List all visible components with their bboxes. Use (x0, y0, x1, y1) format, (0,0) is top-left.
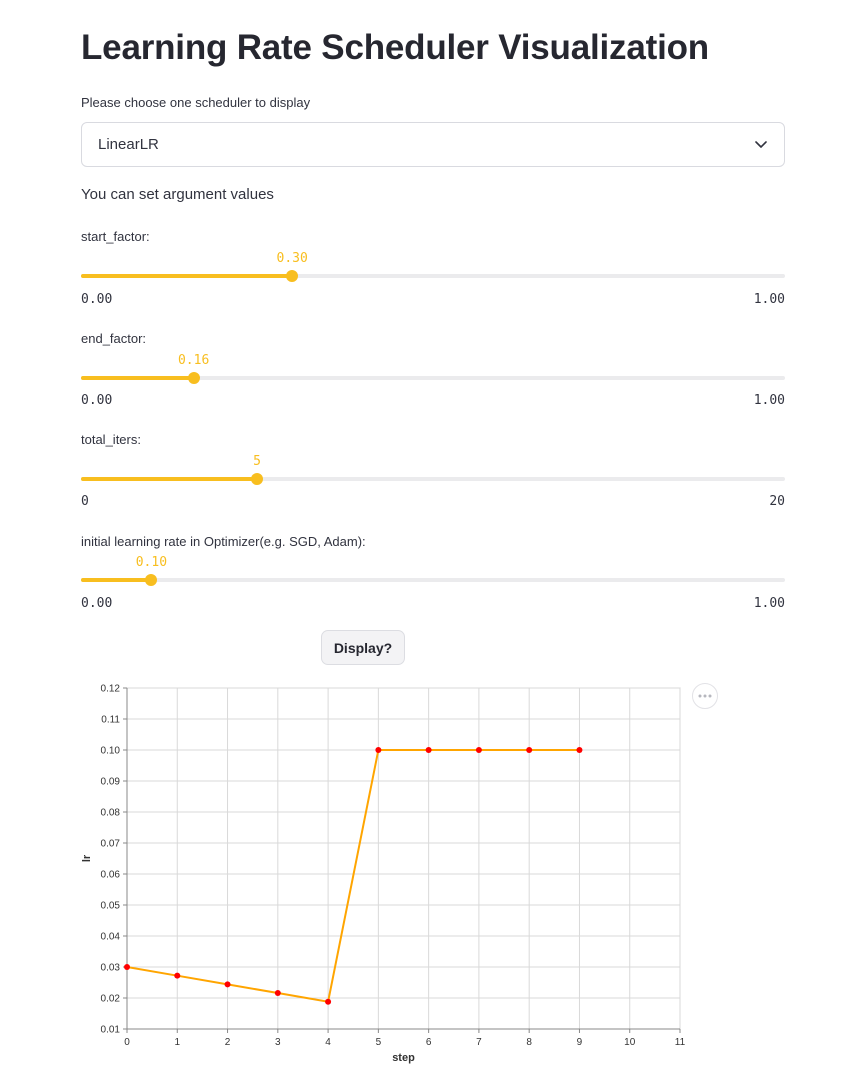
total-iters-slider[interactable] (81, 472, 785, 486)
data-point (526, 747, 533, 753)
slider-fill (81, 578, 152, 582)
end-factor-min: 0.00 (81, 393, 113, 408)
y-tick-label: 0.12 (101, 684, 121, 695)
slider-fill (81, 376, 194, 380)
total-iters-label: total_iters: (81, 432, 141, 447)
slider-thumb[interactable] (251, 473, 263, 485)
x-tick-label: 11 (675, 1037, 686, 1048)
initial-lr-max: 1.00 (753, 596, 785, 611)
page-title: Learning Rate Scheduler Visualization (81, 28, 709, 67)
plot-area (126, 687, 681, 1030)
display-button[interactable]: Display? (321, 630, 405, 665)
scheduler-select-label: Please choose one scheduler to display (81, 95, 311, 110)
start-factor-min: 0.00 (81, 292, 113, 307)
x-tick-label: 7 (476, 1037, 482, 1048)
y-tick-label: 0.11 (101, 715, 120, 726)
total-iters-value: 5 (253, 454, 261, 469)
slider-thumb[interactable] (286, 270, 299, 282)
y-tick-label: 0.08 (101, 808, 121, 819)
data-point (174, 972, 181, 979)
initial-lr-value: 0.10 (135, 555, 168, 570)
x-tick-label: 6 (426, 1037, 432, 1048)
x-tick-label: 3 (275, 1037, 281, 1048)
slider-track (81, 578, 785, 582)
y-tick-label: 0.09 (101, 777, 121, 788)
argument-intro-text: You can set argument values (81, 186, 274, 203)
slider-fill (81, 477, 257, 481)
y-tick-label: 0.04 (101, 932, 121, 943)
data-point (425, 747, 432, 753)
y-tick-label: 0.06 (101, 870, 121, 881)
end-factor-max: 1.00 (753, 393, 785, 408)
start-factor-max: 1.00 (753, 292, 785, 307)
lr-chart: 0 1 2 3 4 5 6 7 8 9 10 11 0.01 0.02 0.03 0.04 0.05 0.06 0.… (81, 684, 686, 1065)
x-tick-label: 1 (174, 1037, 180, 1048)
x-tick-label: 5 (376, 1037, 382, 1048)
scheduler-select[interactable]: LinearLR (81, 122, 785, 167)
y-tick-label: 0.01 (101, 1025, 121, 1036)
data-point (576, 747, 583, 753)
data-point (124, 964, 130, 970)
x-axis-title: step (392, 1052, 415, 1064)
x-tick-label: 2 (225, 1037, 231, 1048)
initial-lr-slider[interactable] (81, 573, 785, 587)
initial-lr-label: initial learning rate in Optimizer(e.g. … (81, 534, 366, 549)
scheduler-select-value: LinearLR (98, 136, 159, 153)
x-tick-label: 10 (624, 1037, 636, 1048)
chevron-down-icon (754, 138, 768, 152)
y-tick-label: 0.10 (101, 746, 121, 757)
initial-lr-min: 0.00 (81, 596, 113, 611)
y-tick-label: 0.05 (101, 901, 121, 912)
data-point (375, 747, 382, 753)
x-tick-label: 4 (325, 1037, 331, 1048)
end-factor-label: end_factor: (81, 331, 147, 346)
total-iters-min: 0 (81, 494, 89, 509)
more-horizontal-icon[interactable] (692, 683, 718, 709)
data-point (274, 990, 281, 997)
x-tick-label: 8 (526, 1037, 532, 1048)
y-tick-label: 0.02 (101, 994, 121, 1005)
x-tick-label: 9 (577, 1037, 583, 1048)
start-factor-value: 0.30 (276, 251, 308, 266)
slider-thumb[interactable] (187, 372, 200, 384)
start-factor-slider[interactable] (81, 269, 785, 283)
total-iters-max: 20 (769, 494, 785, 509)
end-factor-value: 0.16 (177, 353, 210, 368)
slider-thumb[interactable] (145, 574, 158, 586)
start-factor-label: start_factor: (81, 229, 150, 244)
data-point (475, 747, 482, 753)
x-tick-label: 0 (124, 1037, 130, 1048)
y-tick-label: 0.07 (101, 839, 121, 850)
y-axis-title: lr (81, 854, 93, 862)
data-point (325, 998, 332, 1005)
end-factor-slider[interactable] (81, 371, 785, 385)
slider-fill (81, 274, 293, 278)
y-tick-label: 0.03 (101, 963, 121, 974)
data-point (224, 981, 231, 988)
